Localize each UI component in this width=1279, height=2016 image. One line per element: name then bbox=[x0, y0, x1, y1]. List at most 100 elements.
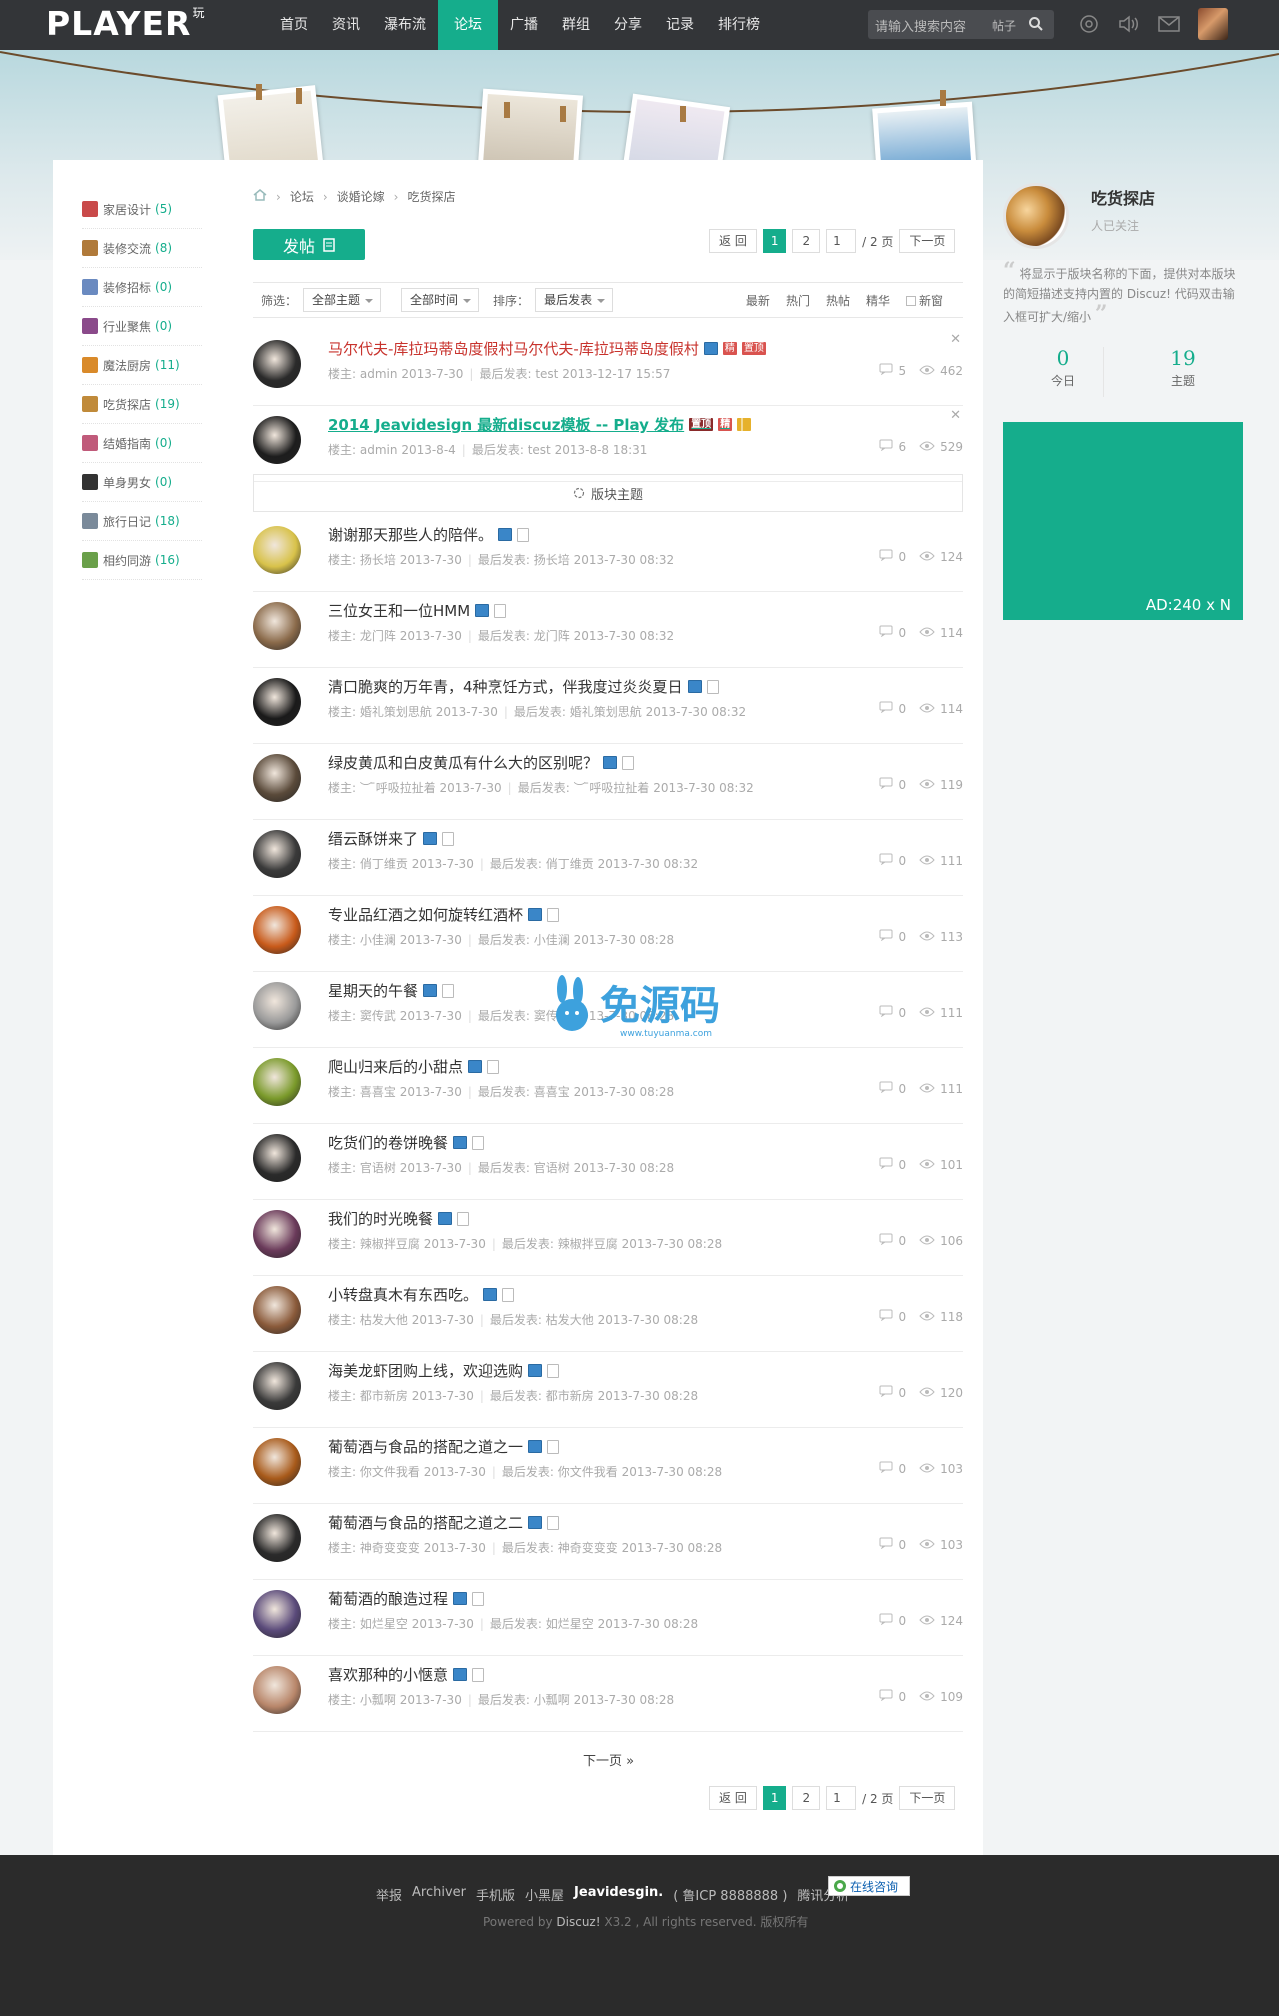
thread-author[interactable]: 小瓢啊 bbox=[360, 1693, 396, 1707]
close-icon[interactable]: ✕ bbox=[950, 408, 961, 423]
thread-author[interactable]: 婚礼策划思航 bbox=[360, 705, 432, 719]
author-avatar[interactable] bbox=[253, 678, 301, 726]
author-avatar[interactable] bbox=[253, 1134, 301, 1182]
thread-title[interactable]: 谢谢那天那些人的陪伴。 bbox=[328, 524, 530, 545]
last-poster[interactable]: 枯发大他 bbox=[546, 1313, 594, 1327]
mail-icon[interactable] bbox=[1156, 12, 1182, 36]
thread-author[interactable]: 辣椒拌豆腐 bbox=[360, 1237, 420, 1251]
tab-hot[interactable]: 热门 bbox=[786, 292, 810, 309]
author-avatar[interactable] bbox=[253, 416, 301, 464]
tab-latest[interactable]: 最新 bbox=[746, 292, 770, 309]
author-avatar[interactable] bbox=[253, 1666, 301, 1714]
next-page-button[interactable]: 下一页 bbox=[899, 1786, 956, 1810]
home-icon[interactable] bbox=[253, 189, 267, 204]
thread-author[interactable]: 如烂星空 bbox=[360, 1617, 408, 1631]
author-avatar[interactable] bbox=[253, 1058, 301, 1106]
new-window-checkbox[interactable]: 新窗 bbox=[905, 292, 943, 309]
thread-author[interactable]: 窦传武 bbox=[360, 1009, 396, 1023]
thread-title[interactable]: 2014 Jeavidesign 最新discuz模板 -- Play 发布 置顶… bbox=[328, 414, 752, 435]
close-icon[interactable]: ✕ bbox=[950, 332, 961, 347]
tab-hot-threads[interactable]: 热帖 bbox=[826, 292, 850, 309]
thread-author[interactable]: 枯发大他 bbox=[360, 1313, 408, 1327]
next-page-button[interactable]: 下一页 bbox=[899, 229, 956, 253]
search-input[interactable]: 请输入搜索内容 bbox=[875, 16, 966, 35]
last-poster[interactable]: 小瓢啊 bbox=[534, 1693, 570, 1707]
thread-title[interactable]: 星期天的午餐 bbox=[328, 980, 455, 1001]
time-filter-select[interactable]: 全部时间 bbox=[401, 288, 480, 312]
last-poster[interactable]: 都市新房 bbox=[546, 1389, 594, 1403]
section-divider[interactable]: 版块主题 bbox=[253, 474, 963, 512]
forum-item[interactable]: 装修招标 (0) bbox=[82, 268, 202, 307]
thread-title[interactable]: 喜欢那种的小惬意 bbox=[328, 1664, 485, 1685]
forum-item[interactable]: 结婚指南 (0) bbox=[82, 424, 202, 463]
thread-title[interactable]: 海美龙虾团购上线，欢迎选购 bbox=[328, 1360, 560, 1381]
forum-item[interactable]: 魔法厨房 (11) bbox=[82, 346, 202, 385]
thread-author[interactable]: 龙门阵 bbox=[360, 629, 396, 643]
thread-title[interactable]: 我们的时光晚餐 bbox=[328, 1208, 470, 1229]
thread-title[interactable]: 葡萄酒与食品的搭配之道之二 bbox=[328, 1512, 560, 1533]
nav-item-0[interactable]: 首页 bbox=[268, 0, 320, 50]
nav-item-1[interactable]: 资讯 bbox=[320, 0, 372, 50]
author-avatar[interactable] bbox=[253, 830, 301, 878]
thread-title[interactable]: 马尔代夫-库拉玛蒂岛度假村马尔代夫-库拉玛蒂岛度假村精置顶 bbox=[328, 338, 766, 359]
back-button[interactable]: 返 回 bbox=[709, 1786, 757, 1810]
nav-item-2[interactable]: 瀑布流 bbox=[372, 0, 438, 50]
author-avatar[interactable] bbox=[253, 602, 301, 650]
last-poster[interactable]: 神奇变变变 bbox=[558, 1541, 618, 1555]
last-poster[interactable]: test bbox=[528, 443, 551, 457]
thread-author[interactable]: ︶ ̄呼吸拉扯着 bbox=[360, 781, 436, 795]
thread-title[interactable]: 缙云酥饼来了 bbox=[328, 828, 455, 849]
last-poster[interactable]: 辣椒拌豆腐 bbox=[558, 1237, 618, 1251]
footer-archiver-link[interactable]: Archiver bbox=[412, 1885, 466, 1904]
thread-title[interactable]: 专业品红酒之如何旋转红酒杯 bbox=[328, 904, 560, 925]
page-2[interactable]: 2 bbox=[792, 229, 821, 253]
forum-item[interactable]: 吃货探店 (19) bbox=[82, 385, 202, 424]
thread-title[interactable]: 葡萄酒的酿造过程 bbox=[328, 1588, 485, 1609]
last-poster[interactable]: ︶ ̄呼吸拉扯着 bbox=[574, 781, 650, 795]
thread-author[interactable]: 俏丁维贡 bbox=[360, 857, 408, 871]
user-avatar[interactable] bbox=[1198, 8, 1228, 40]
ad-banner[interactable]: AD:240 x N bbox=[1003, 422, 1243, 620]
back-button[interactable]: 返 回 bbox=[709, 229, 757, 253]
nav-item-7[interactable]: 记录 bbox=[654, 0, 706, 50]
page-2[interactable]: 2 bbox=[792, 1786, 821, 1810]
last-poster[interactable]: 婚礼策划思航 bbox=[570, 705, 642, 719]
last-poster[interactable]: test bbox=[535, 367, 558, 381]
forum-item[interactable]: 单身男女 (0) bbox=[82, 463, 202, 502]
thread-author[interactable]: 都市新房 bbox=[360, 1389, 408, 1403]
author-avatar[interactable] bbox=[253, 526, 301, 574]
page-input[interactable]: 1 bbox=[826, 229, 857, 253]
page-input[interactable]: 1 bbox=[826, 1786, 857, 1810]
author-avatar[interactable] bbox=[253, 906, 301, 954]
sort-select[interactable]: 最后发表 bbox=[535, 288, 614, 312]
nav-item-3[interactable]: 论坛 bbox=[438, 0, 498, 50]
thread-title[interactable]: 绿皮黄瓜和白皮黄瓜有什么大的区别呢？ bbox=[328, 752, 635, 773]
search-icon[interactable] bbox=[1028, 16, 1044, 35]
author-avatar[interactable] bbox=[253, 1286, 301, 1334]
forum-item[interactable]: 相约同游 (16) bbox=[82, 541, 202, 580]
nav-item-6[interactable]: 分享 bbox=[602, 0, 654, 50]
author-avatar[interactable] bbox=[253, 1362, 301, 1410]
footer-icp[interactable]: ( 鲁ICP 8888888 ) bbox=[673, 1885, 787, 1904]
nav-item-4[interactable]: 广播 bbox=[498, 0, 550, 50]
breadcrumb-group[interactable]: 谈婚论嫁 bbox=[337, 188, 385, 205]
author-avatar[interactable] bbox=[253, 1210, 301, 1258]
page-1[interactable]: 1 bbox=[762, 229, 787, 253]
new-post-button[interactable]: 发帖 bbox=[253, 229, 365, 260]
next-page-link[interactable]: 下一页 » bbox=[583, 1750, 634, 1769]
breadcrumb-forum[interactable]: 论坛 bbox=[290, 188, 314, 205]
thread-author[interactable]: admin bbox=[360, 367, 398, 381]
last-poster[interactable]: 如烂星空 bbox=[546, 1617, 594, 1631]
footer-blacklist-link[interactable]: 小黑屋 bbox=[525, 1885, 564, 1904]
at-icon[interactable] bbox=[1076, 12, 1102, 36]
thread-author[interactable]: 你文件我看 bbox=[360, 1465, 420, 1479]
footer-mobile-link[interactable]: 手机版 bbox=[476, 1885, 515, 1904]
footer-report-link[interactable]: 举报 bbox=[376, 1885, 402, 1904]
thread-title[interactable]: 吃货们的卷饼晚餐 bbox=[328, 1132, 485, 1153]
author-avatar[interactable] bbox=[253, 982, 301, 1030]
nav-item-5[interactable]: 群组 bbox=[550, 0, 602, 50]
forum-item[interactable]: 行业聚焦 (0) bbox=[82, 307, 202, 346]
last-poster[interactable]: 扬长培 bbox=[534, 553, 570, 567]
last-poster[interactable]: 龙门阵 bbox=[534, 629, 570, 643]
thread-author[interactable]: 官语树 bbox=[360, 1161, 396, 1175]
